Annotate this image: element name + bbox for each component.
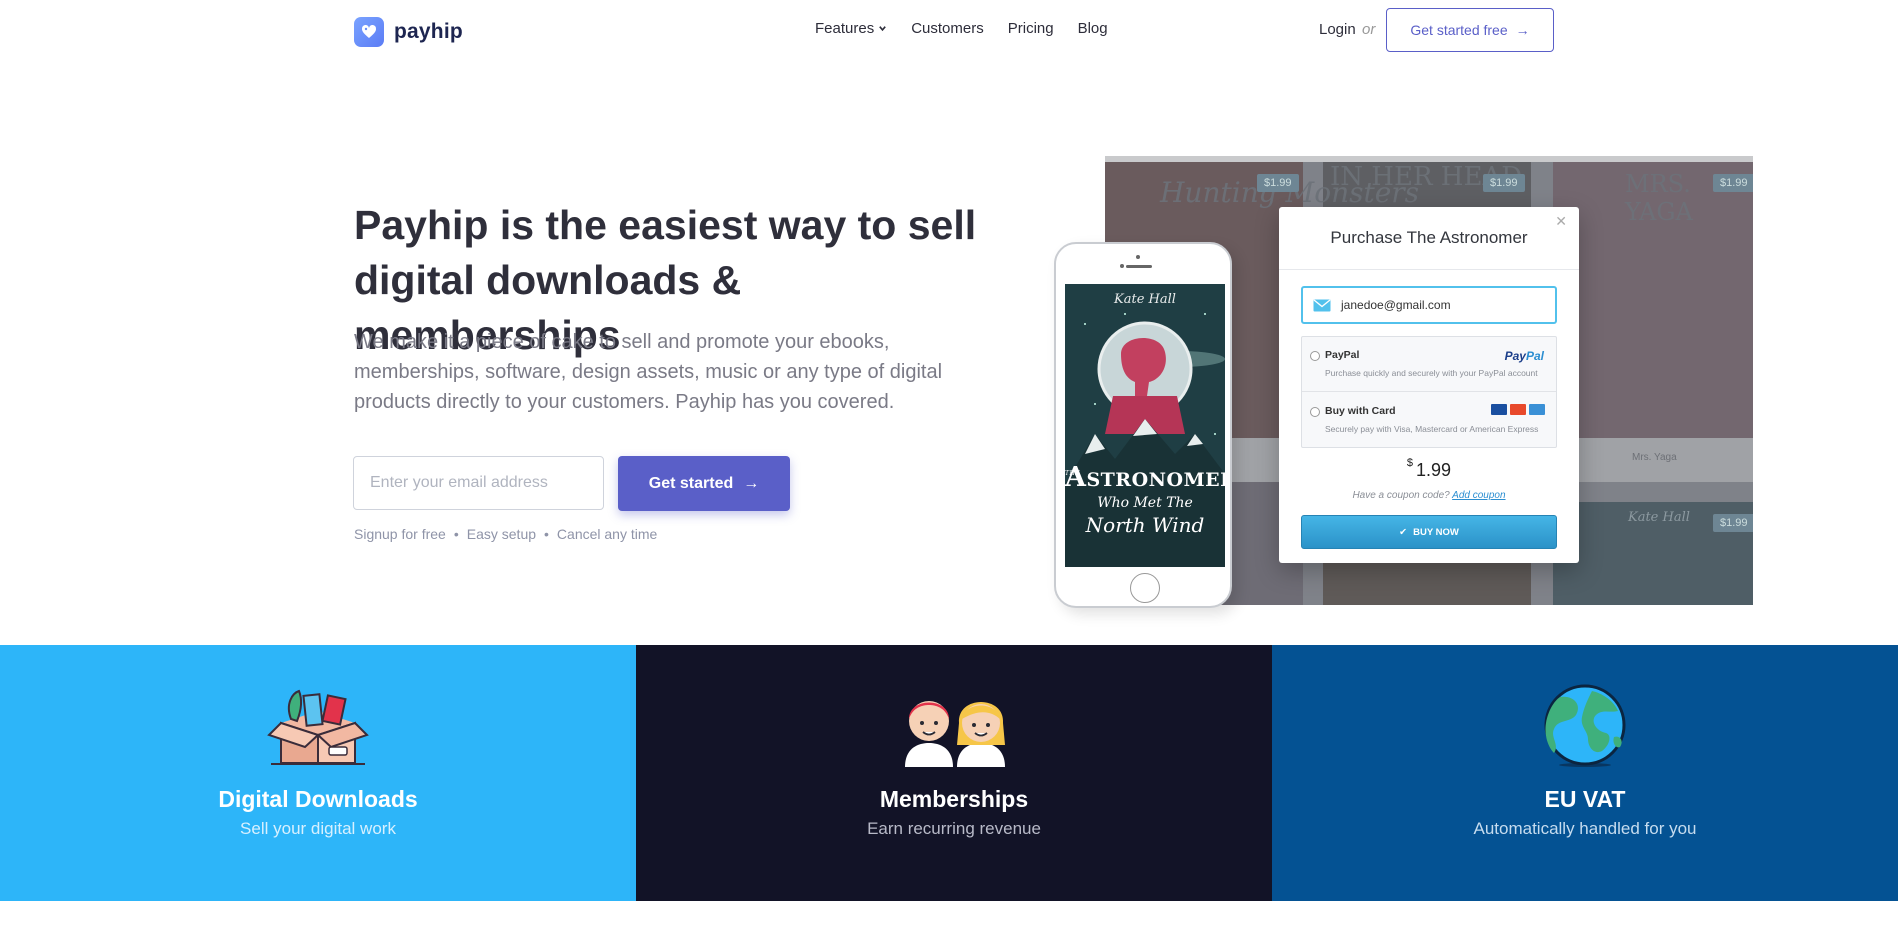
- login-link[interactable]: Login: [1319, 21, 1356, 38]
- feature-title: Digital Downloads: [218, 786, 418, 812]
- store-price-tag: $1.99: [1483, 174, 1525, 192]
- heart-tag-icon: [354, 17, 384, 47]
- paypal-logo-text: Pal: [1525, 349, 1544, 363]
- modal-email-value: janedoe@gmail.com: [1341, 298, 1451, 312]
- paypal-description: Purchase quickly and securely with your …: [1325, 368, 1538, 378]
- get-started-free-button[interactable]: Get started free →: [1386, 8, 1554, 52]
- card-brands: [1491, 404, 1545, 415]
- chevron-down-icon: [879, 26, 887, 32]
- book-title-sub: Who Met The: [1097, 495, 1193, 511]
- paypal-option[interactable]: PayPal Purchase quickly and securely wit…: [1302, 337, 1556, 392]
- logo[interactable]: payhip: [354, 17, 463, 47]
- email-field[interactable]: [353, 456, 604, 510]
- coupon-row: Have a coupon code? Add coupon: [1279, 490, 1579, 501]
- book-title-main: the Astronomer: [1065, 462, 1225, 493]
- feature-subtitle: Automatically handled for you: [1473, 819, 1697, 838]
- feature-title: Memberships: [879, 786, 1029, 812]
- store-price-tag: $1.99: [1713, 174, 1753, 192]
- buy-now-button[interactable]: ✔ BUY NOW: [1301, 515, 1557, 549]
- sensor-dot: [1120, 264, 1124, 268]
- feature-eu-vat[interactable]: EU VAT Automatically handled for you: [1272, 645, 1898, 901]
- hero-subtitle: We make it a piece of cake to sell and p…: [354, 331, 943, 413]
- mastercard-icon: [1510, 404, 1526, 415]
- main-nav: Features Customers Pricing Blog: [815, 20, 1108, 37]
- paypal-label: PayPal: [1325, 349, 1360, 361]
- purchase-modal: Purchase The Astronomer ✕ janedoe@gmail.…: [1279, 207, 1579, 563]
- radio-button[interactable]: [1310, 407, 1320, 417]
- people-icon: [899, 683, 1009, 767]
- nav-features-label: Features: [815, 20, 875, 37]
- card-label: Buy with Card: [1325, 405, 1396, 417]
- feature-digital-downloads[interactable]: Digital Downloads Sell your digital work: [0, 645, 636, 901]
- modal-price: $1.99: [1279, 457, 1579, 481]
- store-item-author: Mrs. Yaga: [1632, 452, 1677, 463]
- add-coupon-link[interactable]: Add coupon: [1452, 490, 1505, 501]
- book-title: the Astronomer Who Met The North Wind: [1065, 462, 1225, 537]
- radio-button[interactable]: [1310, 351, 1320, 361]
- get-started-free-label: Get started free: [1410, 22, 1508, 38]
- phone-mockup: Kate Hall the Astronomer Who Met The Nort…: [1054, 242, 1232, 608]
- get-started-label: Get started: [648, 474, 734, 492]
- price-value: 1.99: [1416, 460, 1452, 480]
- amex-icon: [1529, 404, 1545, 415]
- feature-title: EU VAT: [1544, 786, 1626, 812]
- perk-item: Easy setup: [466, 526, 537, 542]
- or-separator: or: [1362, 21, 1376, 38]
- bullet-separator: •: [453, 526, 459, 542]
- arrow-right-icon: →: [743, 474, 760, 492]
- store-price-tag: $1.99: [1713, 514, 1753, 532]
- book-author: Kate Hall: [1114, 292, 1176, 307]
- nav-blog[interactable]: Blog: [1078, 20, 1108, 37]
- close-icon[interactable]: ✕: [1555, 213, 1567, 230]
- brand-name: payhip: [394, 20, 463, 43]
- card-option[interactable]: Buy with Card Securely pay with Visa, Ma…: [1302, 393, 1556, 448]
- envelope-icon: [1313, 298, 1331, 311]
- get-started-button[interactable]: Get started →: [618, 456, 790, 511]
- site-header: payhip Features Customers Pricing Blog L…: [0, 0, 1898, 62]
- modal-title: Purchase The Astronomer: [1330, 228, 1528, 247]
- store-ghost-author: Kate Hall: [1628, 510, 1690, 525]
- card-description: Securely pay with Visa, Mastercard or Am…: [1325, 424, 1539, 434]
- coupon-text: Have a coupon code?: [1352, 490, 1450, 501]
- book-title-small: the: [1065, 468, 1081, 478]
- book-title-end: North Wind: [1085, 513, 1205, 537]
- modal-email-field[interactable]: janedoe@gmail.com: [1301, 286, 1557, 324]
- perks-list: Signup for free • Easy setup • Cancel any …: [354, 526, 657, 542]
- perk-item: Cancel any time: [556, 526, 658, 542]
- home-button-icon: [1130, 573, 1160, 603]
- paypal-logo-icon: PayPal: [1505, 349, 1544, 363]
- paypal-logo-text: Pay: [1504, 349, 1526, 363]
- checkmark-icon: ✔: [1399, 526, 1408, 538]
- nav-features[interactable]: Features: [815, 20, 887, 37]
- globe-icon: [1530, 683, 1640, 767]
- speaker-slot: [1126, 265, 1152, 268]
- feature-subtitle: Sell your digital work: [240, 819, 396, 838]
- modal-header: Purchase The Astronomer ✕: [1279, 207, 1579, 270]
- camera-dot: [1136, 255, 1140, 259]
- nav-pricing[interactable]: Pricing: [1008, 20, 1054, 37]
- store-price-tag: $1.99: [1257, 174, 1299, 192]
- nav-customers[interactable]: Customers: [911, 20, 984, 37]
- book-cover-image: Kate Hall the Astronomer Who Met The Nort…: [1065, 284, 1225, 567]
- perk-item: Signup for free: [354, 526, 446, 542]
- payment-options: PayPal Purchase quickly and securely wit…: [1301, 336, 1557, 448]
- feature-memberships[interactable]: Memberships Earn recurring revenue: [636, 645, 1272, 901]
- box-icon: [263, 683, 373, 767]
- feature-subtitle: Earn recurring revenue: [867, 819, 1041, 838]
- arrow-right-icon: →: [1515, 22, 1530, 38]
- book-title-word: Astronomer: [1065, 462, 1225, 493]
- currency-symbol: $: [1406, 457, 1414, 469]
- buy-now-label: BUY NOW: [1413, 526, 1459, 538]
- visa-icon: [1491, 404, 1507, 415]
- bullet-separator: •: [544, 526, 549, 542]
